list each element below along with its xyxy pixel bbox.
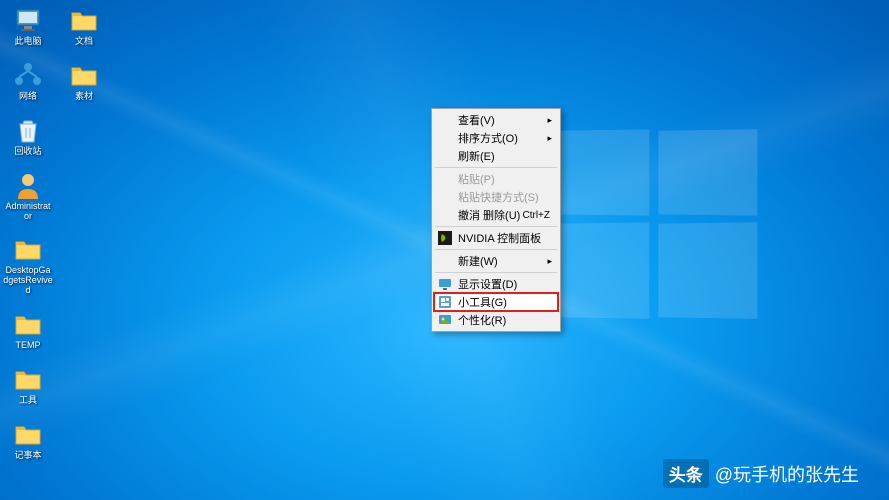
gadget-icon bbox=[438, 295, 452, 309]
desktop-icon-label: Administrator bbox=[3, 202, 53, 222]
watermark-author: @玩手机的张先生 bbox=[715, 461, 859, 487]
network-icon bbox=[12, 59, 44, 91]
desktop-icon-label: 素材 bbox=[75, 92, 93, 102]
desktop-icon-recycle[interactable]: 回收站 bbox=[2, 112, 54, 159]
menu-item-label: 显示设置(D) bbox=[458, 276, 517, 292]
desktop-icon-notepad[interactable]: 记事本 bbox=[2, 416, 54, 463]
menu-item-label: 新建(W) bbox=[458, 253, 498, 269]
desktop-icon-admin[interactable]: Administrator bbox=[2, 167, 54, 224]
menu-item-personalize[interactable]: 个性化(R) bbox=[434, 311, 558, 329]
folder-icon bbox=[12, 418, 44, 450]
menu-item-gadgets[interactable]: 小工具(G) bbox=[434, 293, 558, 311]
desktop-icon-tools[interactable]: 工具 bbox=[2, 361, 54, 408]
desktop-icon-label: DesktopGadgetsRevived bbox=[3, 266, 53, 296]
menu-item-sort[interactable]: 排序方式(O) bbox=[434, 129, 558, 147]
menu-item-label: 个性化(R) bbox=[458, 312, 506, 328]
menu-separator bbox=[435, 249, 557, 250]
desktop-icon-gadgets[interactable]: DesktopGadgetsRevived bbox=[2, 231, 54, 298]
desktop-icon-temp[interactable]: TEMP bbox=[2, 306, 54, 353]
menu-item-view[interactable]: 查看(V) bbox=[434, 111, 558, 129]
menu-item-undo[interactable]: 撤消 删除(U)Ctrl+Z bbox=[434, 206, 558, 224]
menu-item-label: 小工具(G) bbox=[458, 294, 507, 310]
desktop-icon-label: TEMP bbox=[15, 341, 40, 351]
desktop-icon-label: 工具 bbox=[19, 396, 37, 406]
menu-item-refresh[interactable]: 刷新(E) bbox=[434, 147, 558, 165]
user-icon bbox=[12, 169, 44, 201]
desktop-icon-docs[interactable]: 文档 bbox=[58, 2, 110, 49]
menu-item-label: 粘贴快捷方式(S) bbox=[458, 189, 539, 205]
watermark-badge: 头条 bbox=[663, 459, 709, 488]
menu-separator bbox=[435, 272, 557, 273]
desktop-context-menu: 查看(V)排序方式(O)刷新(E)粘贴(P)粘贴快捷方式(S)撤消 删除(U)C… bbox=[431, 108, 561, 332]
folder-icon bbox=[68, 4, 100, 36]
recycle-icon bbox=[12, 114, 44, 146]
pc-icon bbox=[12, 4, 44, 36]
menu-item-display[interactable]: 显示设置(D) bbox=[434, 275, 558, 293]
menu-item-new[interactable]: 新建(W) bbox=[434, 252, 558, 270]
desktop-icon-label: 网络 bbox=[19, 92, 37, 102]
personal-icon bbox=[438, 313, 452, 327]
menu-item-label: 粘贴(P) bbox=[458, 171, 495, 187]
desktop-icon-label: 回收站 bbox=[14, 147, 41, 157]
menu-item-shortcut: Ctrl+Z bbox=[523, 210, 551, 221]
menu-item-label: 刷新(E) bbox=[458, 148, 495, 164]
display-icon bbox=[438, 277, 452, 291]
desktop-icon-label: 记事本 bbox=[14, 451, 41, 461]
desktop-icon-label: 此电脑 bbox=[14, 37, 41, 47]
folder-icon bbox=[12, 363, 44, 395]
folder-icon bbox=[68, 59, 100, 91]
menu-item-label: 查看(V) bbox=[458, 112, 495, 128]
desktop-icon-this-pc[interactable]: 此电脑 bbox=[2, 2, 54, 49]
folder-icon bbox=[12, 233, 44, 265]
desktop-icon-material[interactable]: 素材 bbox=[58, 57, 110, 104]
watermark: 头条 @玩手机的张先生 bbox=[663, 459, 859, 488]
menu-separator bbox=[435, 226, 557, 227]
menu-separator bbox=[435, 167, 557, 168]
windows-logo-overlay bbox=[559, 130, 759, 320]
menu-item-paste-sc: 粘贴快捷方式(S) bbox=[434, 188, 558, 206]
desktop-icon-label: 文档 bbox=[75, 37, 93, 47]
desktop-icon-grid: 此电脑网络回收站 Administrator DesktopGadgetsReviv… bbox=[2, 2, 110, 463]
menu-item-paste: 粘贴(P) bbox=[434, 170, 558, 188]
menu-item-label: NVIDIA 控制面板 bbox=[458, 230, 541, 246]
menu-item-label: 排序方式(O) bbox=[458, 130, 518, 146]
menu-item-label: 撤消 删除(U) bbox=[458, 207, 520, 223]
desktop-icon-network[interactable]: 网络 bbox=[2, 57, 54, 104]
nvidia-icon bbox=[438, 231, 452, 245]
folder-icon bbox=[12, 308, 44, 340]
menu-item-nvidia[interactable]: NVIDIA 控制面板 bbox=[434, 229, 558, 247]
